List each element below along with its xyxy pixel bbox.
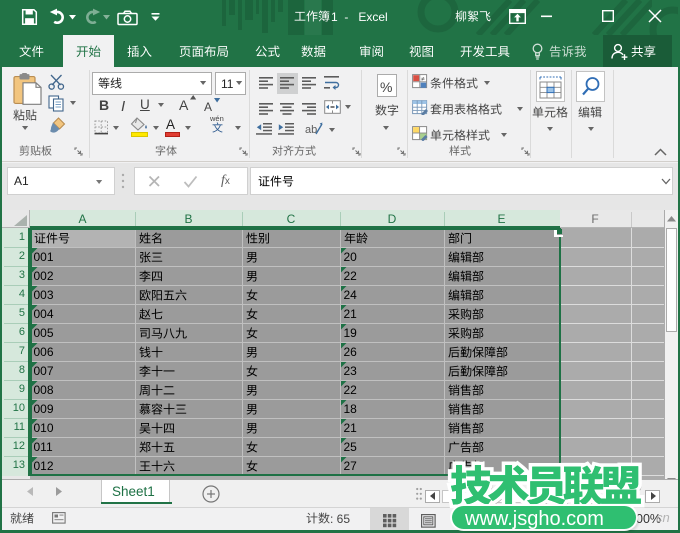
svg-text:≠: ≠ (421, 76, 425, 83)
svg-text:ab: ab (305, 124, 317, 136)
